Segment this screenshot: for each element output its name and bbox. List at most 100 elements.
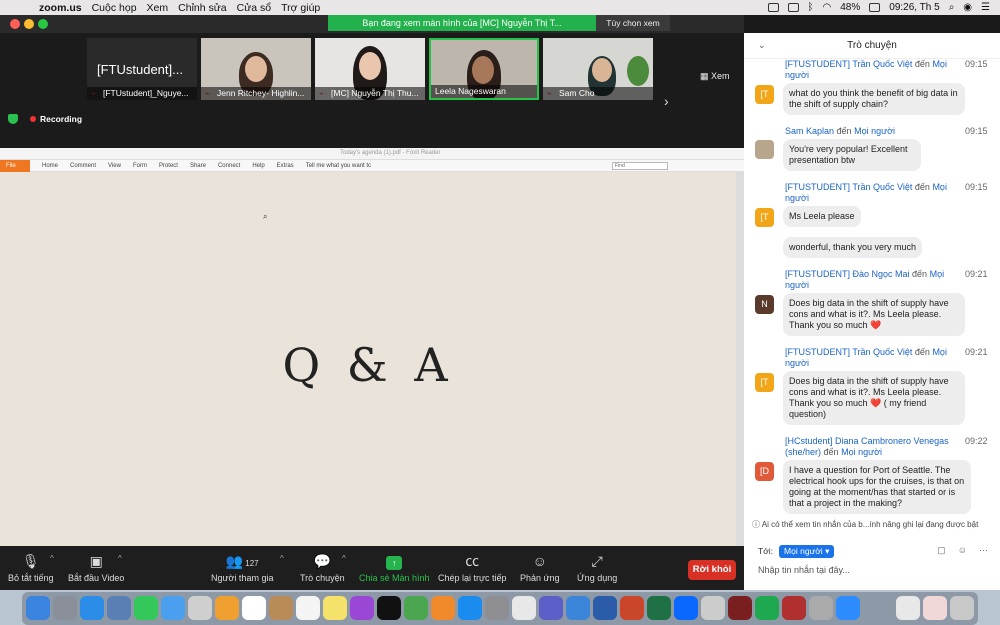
menu-edit[interactable]: Chỉnh sửa: [178, 2, 226, 14]
powerpoint-icon[interactable]: [620, 596, 644, 620]
stickies-icon[interactable]: [323, 596, 347, 620]
podcasts-icon[interactable]: [350, 596, 374, 620]
control-center-icon[interactable]: ☰: [981, 2, 990, 13]
safari-icon[interactable]: [80, 596, 104, 620]
ribbon-tab-home[interactable]: Home: [42, 163, 58, 169]
teams-icon[interactable]: [539, 596, 563, 620]
video-tile-leela[interactable]: Leela Nageswaran: [429, 38, 539, 100]
menu-view[interactable]: Xem: [147, 2, 169, 14]
launchpad-icon[interactable]: [53, 596, 77, 620]
notes-icon[interactable]: [269, 596, 293, 620]
menu-help[interactable]: Trợ giúp: [281, 2, 320, 14]
wifi-icon[interactable]: ◠: [823, 2, 832, 13]
file-icon[interactable]: ▢: [937, 545, 946, 556]
pdf-scrollbar[interactable]: [736, 172, 744, 546]
screen-record-icon[interactable]: [767, 3, 779, 12]
ribbon-tab-file[interactable]: File: [0, 159, 30, 172]
messages-icon[interactable]: [134, 596, 158, 620]
calendar-icon[interactable]: [242, 596, 266, 620]
excel-icon[interactable]: [647, 596, 671, 620]
participants-button[interactable]: 👥 127 Người tham gia: [211, 552, 273, 583]
system-preferences-icon[interactable]: [485, 596, 509, 620]
tile-name: [FTUstudent]_Nguye...: [87, 87, 197, 100]
ribbon-tab-extras[interactable]: Extras: [277, 163, 294, 169]
menubar-clock[interactable]: 09:26, Th 5: [889, 2, 939, 13]
menu-app-name[interactable]: zoom.us: [39, 2, 82, 14]
recipient-dropdown[interactable]: Mọi người ▾: [779, 544, 835, 558]
chat-button[interactable]: 💬 Trò chuyện: [300, 552, 345, 583]
chat-chevron-icon[interactable]: ^: [342, 554, 346, 563]
next-page-icon[interactable]: ›: [664, 93, 669, 109]
quicktime-icon[interactable]: [566, 596, 590, 620]
apps-button[interactable]: ⤢ Ứng dụng: [577, 552, 617, 583]
reactions-button[interactable]: ☺ Phản ứng: [520, 552, 560, 583]
chevron-down-icon[interactable]: ⌄: [758, 40, 766, 51]
video-tile-mc[interactable]: ⌁ [MC] Nguyễn Thị Thu...: [315, 38, 425, 100]
find-input[interactable]: Find: [612, 162, 668, 170]
video-tile-jenn[interactable]: ⌁ Jenn Ritchey- Highlin...: [201, 38, 311, 100]
chrome-icon[interactable]: [512, 596, 536, 620]
participants-chevron-icon[interactable]: ^: [280, 554, 284, 563]
spotify-icon[interactable]: [755, 596, 779, 620]
menu-window[interactable]: Cửa sổ: [237, 2, 271, 14]
dictionary-icon[interactable]: [782, 596, 806, 620]
more-icon[interactable]: ⋯: [979, 545, 988, 556]
video-tile-ftustudent[interactable]: [FTUstudent]... ⌁ [FTUstudent]_Nguye...: [87, 38, 197, 100]
close-window-icon[interactable]: [10, 19, 20, 29]
live-transcript-button[interactable]: ㏄ Chép lại trực tiếp: [438, 552, 507, 583]
help-icon[interactable]: [701, 596, 725, 620]
document-stack-icon[interactable]: [896, 596, 920, 620]
menu-meeting[interactable]: Cuộc họp: [92, 2, 137, 14]
tell-me-box[interactable]: Tell me what you want tc: [306, 163, 371, 169]
emoji-icon[interactable]: ☺: [958, 545, 967, 556]
bluetooth-icon[interactable]: ᛒ: [808, 2, 814, 13]
view-button[interactable]: ▦ Xem: [700, 71, 730, 82]
start-video-button[interactable]: ▣ Bắt đầu Video: [68, 552, 124, 583]
audio-options-chevron-icon[interactable]: ^: [50, 554, 54, 563]
photo-booth-icon[interactable]: [728, 596, 752, 620]
to-word: đến: [914, 59, 930, 69]
ribbon-tab-help[interactable]: Help: [252, 163, 264, 169]
battery-percent: 48%: [840, 2, 861, 13]
apple-tv-icon[interactable]: [377, 596, 401, 620]
chat-message-input[interactable]: Nhập tin nhắn tại đây...: [758, 565, 850, 575]
video-options-chevron-icon[interactable]: ^: [118, 554, 122, 563]
minimize-window-icon[interactable]: [24, 19, 34, 29]
recording-privacy-notice[interactable]: ⓘ Ai có thể xem tin nhắn của b...ính năn…: [744, 517, 1000, 533]
photos-icon[interactable]: [215, 596, 239, 620]
participant-face: [359, 52, 381, 80]
ribbon-tab-view[interactable]: View: [108, 163, 121, 169]
ribbon-tab-connect[interactable]: Connect: [218, 163, 240, 169]
video-tile-sam[interactable]: ⌁ Sam Cho: [543, 38, 653, 100]
music-icon[interactable]: [296, 596, 320, 620]
preview-icon[interactable]: [107, 596, 131, 620]
app-store-icon[interactable]: [458, 596, 482, 620]
zalo-icon[interactable]: [674, 596, 698, 620]
security-shield-icon[interactable]: [8, 114, 18, 124]
zoom-status-icon[interactable]: [787, 3, 799, 12]
finder-icon[interactable]: [26, 596, 50, 620]
word-icon[interactable]: [593, 596, 617, 620]
spotlight-search-icon[interactable]: ⌕: [949, 2, 955, 13]
share-screen-button[interactable]: ↑ Chia sẻ Màn hình: [359, 552, 430, 583]
ribbon-tab-form[interactable]: Form: [133, 163, 147, 169]
ribbon-tab-protect[interactable]: Protect: [159, 163, 178, 169]
siri-icon[interactable]: ◉: [963, 2, 972, 13]
trash-icon[interactable]: [950, 596, 974, 620]
chat-messages[interactable]: [FTUSTUDENT] Trần Quốc Việt đến Mọi ngườ…: [744, 59, 1000, 519]
fullscreen-window-icon[interactable]: [38, 19, 48, 29]
leave-meeting-button[interactable]: Rời khỏi: [688, 560, 736, 580]
pages-icon[interactable]: [431, 596, 455, 620]
numbers-icon[interactable]: [404, 596, 428, 620]
zoom-icon[interactable]: [836, 596, 860, 620]
ribbon-tab-comment[interactable]: Comment: [70, 163, 96, 169]
battery-icon[interactable]: [869, 3, 881, 12]
ribbon-tab-share[interactable]: Share: [190, 163, 206, 169]
view-options-button[interactable]: Tùy chọn xem: [596, 15, 670, 31]
messenger-icon[interactable]: [161, 596, 185, 620]
recording-indicator[interactable]: Recording: [30, 114, 82, 124]
downloads-stack-icon[interactable]: [923, 596, 947, 620]
maps-icon[interactable]: [188, 596, 212, 620]
notes-app-icon[interactable]: [809, 596, 833, 620]
unmute-button[interactable]: 🎙 Bỏ tắt tiếng: [8, 552, 54, 583]
